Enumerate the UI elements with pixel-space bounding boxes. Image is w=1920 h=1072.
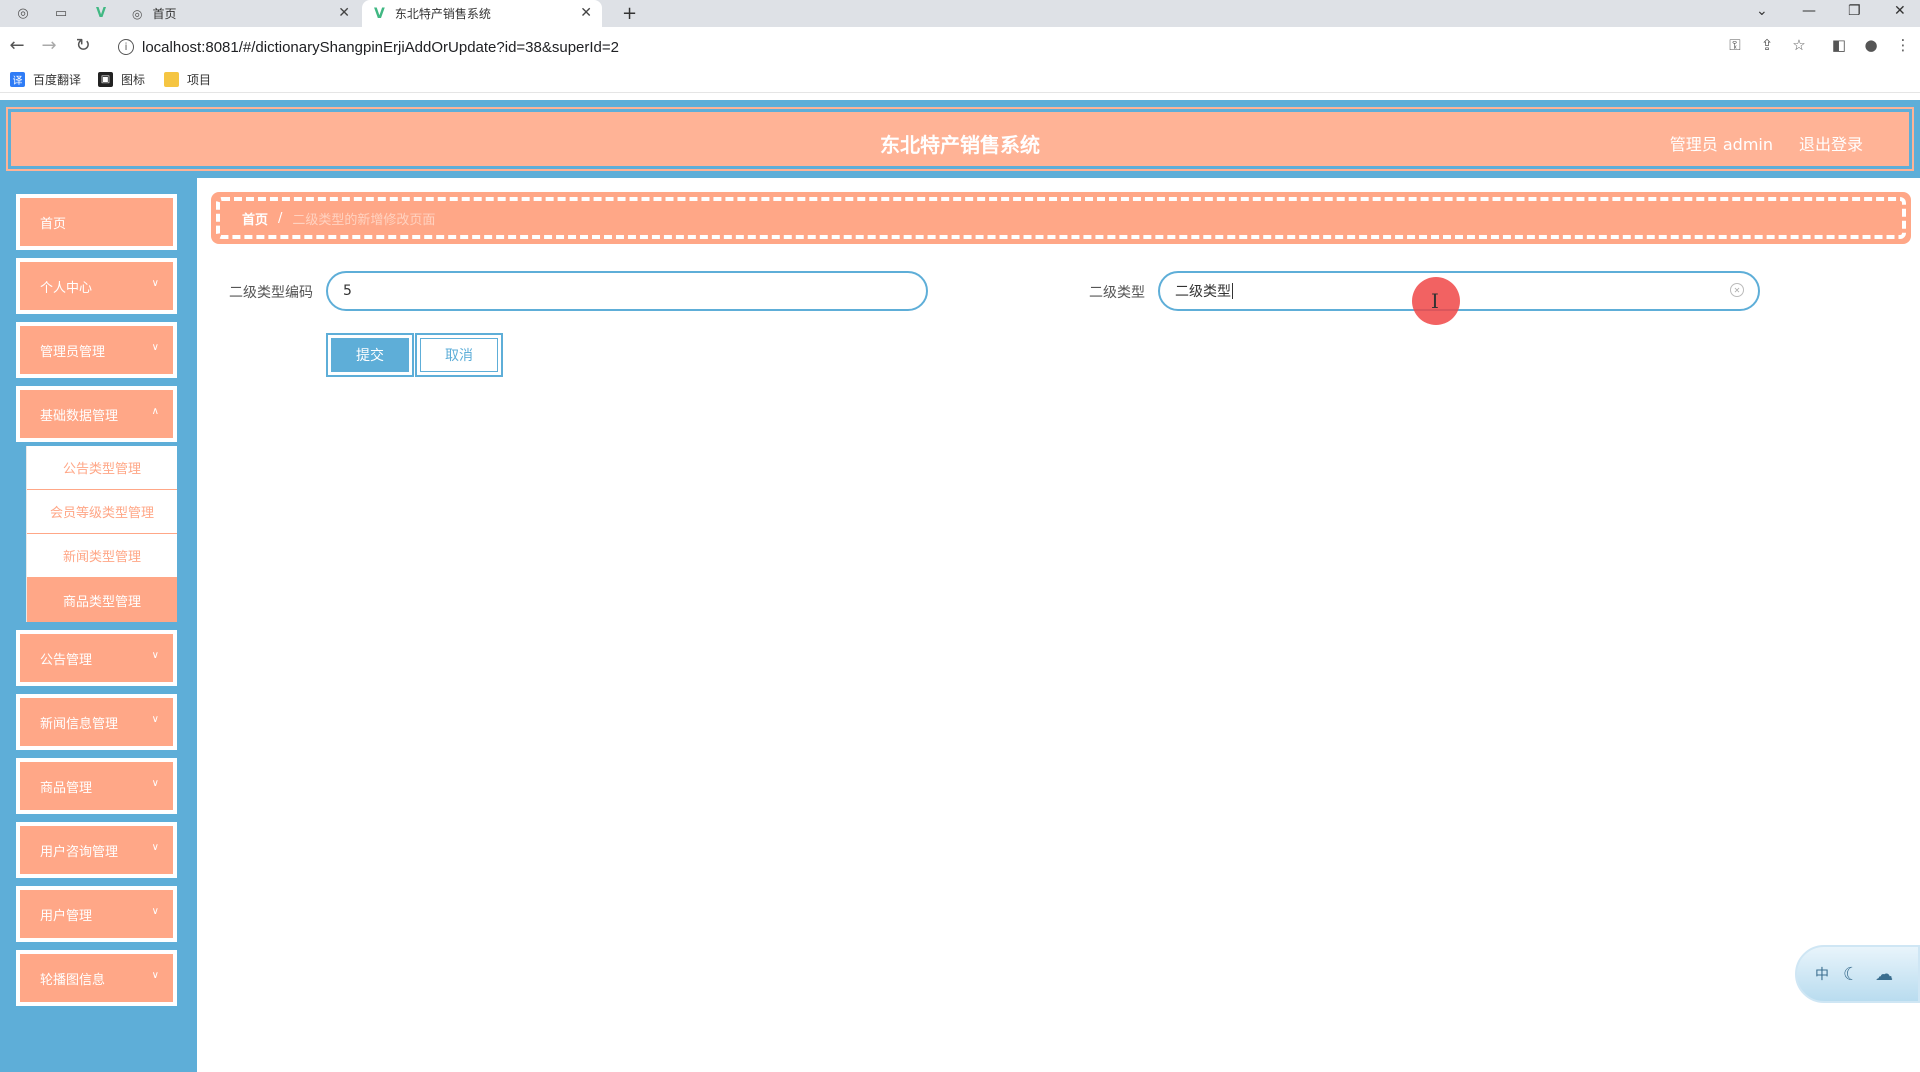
sidebar-item-carousel[interactable]: 轮播图信息 ∨ (16, 950, 177, 1006)
sidepanel-icon[interactable]: ◧ (1829, 36, 1849, 54)
chevron-up-icon: ∧ (151, 406, 159, 417)
text-caret (1232, 283, 1233, 299)
image-icon: ▣ (98, 72, 113, 87)
globe-icon[interactable]: ◎ (14, 4, 32, 22)
widget-label: 中 (1815, 967, 1829, 983)
text-cursor-icon: I (1431, 289, 1439, 313)
folder-icon (164, 72, 179, 87)
menu-dots-icon[interactable]: ⋮ (1893, 36, 1913, 54)
submenu-item-news-type[interactable]: 新闻类型管理 (27, 534, 177, 578)
sidebar-item-base-data[interactable]: 基础数据管理 ∧ (16, 386, 177, 442)
forward-icon[interactable]: → (38, 35, 60, 56)
chevron-down-icon: ∨ (151, 278, 159, 289)
moon-icon: ☾ (1843, 963, 1860, 985)
chevron-down-icon: ∨ (151, 650, 159, 661)
restore-icon[interactable]: ❐ (1848, 3, 1861, 19)
sidebar-item-profile[interactable]: 个人中心 ∨ (16, 258, 177, 314)
app-header: 东北特产销售系统 管理员 admin 退出登录 (0, 100, 1920, 178)
floating-widget[interactable]: 中 ☾ ☁ (1795, 945, 1920, 1003)
submenu-item-member-level[interactable]: 会员等级类型管理 (27, 490, 177, 534)
sidebar-item-notice[interactable]: 公告管理 ∨ (16, 630, 177, 686)
submenu-item-goods-type[interactable]: 商品类型管理 (27, 578, 177, 622)
sidebar: 首页 个人中心 ∨ 管理员管理 ∨ 基础数据管理 ∧ 公告管理 ∨ 新闻信息管理 ∨ 商品… (0, 178, 197, 1072)
admin-user-label: 管理员 admin (1669, 135, 1773, 154)
new-tab-button[interactable]: + (610, 0, 640, 27)
chevron-down-icon: ∨ (151, 714, 159, 725)
tab-home[interactable]: ◎ 首页 ✕ (120, 0, 360, 27)
vue-logo-icon: V (374, 5, 385, 22)
vue-logo-icon[interactable]: V (92, 4, 110, 22)
browser-toolbar: ← → ↻ i localhost:8081/#/dictionaryShang… (0, 27, 1920, 67)
logout-link[interactable]: 退出登录 (1799, 131, 1863, 155)
translate-icon: 译 (10, 72, 25, 87)
close-icon[interactable]: ✕ (338, 5, 350, 21)
chevron-down-icon: ∨ (151, 970, 159, 981)
info-icon[interactable]: i (118, 39, 134, 55)
profile-icon[interactable]: ● (1861, 36, 1881, 54)
back-icon[interactable]: ← (6, 35, 28, 56)
url-text: localhost:8081/#/dictionaryShangpinErjiA… (142, 38, 619, 56)
blank-page-icon[interactable]: ▭ (52, 4, 70, 22)
tab-label: 东北特产销售系统 (394, 7, 491, 21)
share-icon[interactable]: ⇪ (1757, 36, 1777, 54)
bookmark-item[interactable]: 译 百度翻译 (10, 71, 81, 88)
key-icon[interactable]: ⚿ (1725, 36, 1745, 54)
cancel-button[interactable]: 取消 (415, 333, 503, 377)
reload-icon[interactable]: ↻ (72, 35, 94, 56)
address-bar[interactable]: i localhost:8081/#/dictionaryShangpinErj… (106, 31, 1766, 63)
sidebar-item-consult[interactable]: 用户咨询管理 ∨ (16, 822, 177, 878)
app-header-inner: 东北特产销售系统 管理员 admin 退出登录 (6, 107, 1914, 171)
clear-icon[interactable]: ✕ (1730, 283, 1744, 297)
breadcrumb-home[interactable]: 首页 (242, 209, 268, 228)
submit-button[interactable]: 提交 (326, 333, 414, 377)
submenu-item-notice-type[interactable]: 公告类型管理 (27, 446, 177, 490)
close-icon[interactable]: ✕ (580, 5, 592, 21)
chevron-down-icon: ∨ (151, 778, 159, 789)
breadcrumb: 首页 / 二级类型的新增修改页面 (211, 192, 1911, 244)
type-label: 二级类型 (1089, 285, 1145, 301)
star-icon[interactable]: ☆ (1789, 36, 1809, 54)
breadcrumb-separator: / (278, 210, 283, 226)
bookmarks-bar: 译 百度翻译 ▣ 图标 项目 (0, 67, 1920, 93)
close-window-icon[interactable]: ✕ (1894, 3, 1906, 19)
tab-label: 首页 (152, 7, 177, 21)
sidebar-item-admin[interactable]: 管理员管理 ∨ (16, 322, 177, 378)
browser-tab-bar: ◎ ▭ V ◎ 首页 ✕ V 东北特产销售系统 ✕ + ⌄ — ❐ ✕ (0, 0, 1920, 27)
chevron-down-icon: ∨ (151, 842, 159, 853)
sidebar-item-users[interactable]: 用户管理 ∨ (16, 886, 177, 942)
code-label: 二级类型编码 (229, 285, 313, 301)
sidebar-submenu: 公告类型管理 会员等级类型管理 新闻类型管理 商品类型管理 (26, 446, 177, 622)
chevron-down-icon: ∨ (151, 342, 159, 353)
sidebar-item-goods[interactable]: 商品管理 ∨ (16, 758, 177, 814)
code-input[interactable]: 5 (326, 271, 928, 311)
sidebar-item-news[interactable]: 新闻信息管理 ∨ (16, 694, 177, 750)
chevron-down-icon: ∨ (151, 906, 159, 917)
cloud-icon: ☁ (1875, 963, 1894, 985)
app-title: 东北特产销售系统 (880, 133, 1040, 157)
chevron-down-icon[interactable]: ⌄ (1756, 3, 1768, 19)
bookmark-item[interactable]: 项目 (164, 71, 211, 88)
minimize-icon[interactable]: — (1802, 3, 1816, 19)
globe-icon: ◎ (132, 6, 143, 21)
bookmark-item[interactable]: ▣ 图标 (98, 71, 145, 88)
breadcrumb-current: 二级类型的新增修改页面 (292, 212, 436, 228)
sidebar-item-home[interactable]: 首页 (16, 194, 177, 250)
tab-active[interactable]: V 东北特产销售系统 ✕ (362, 0, 602, 27)
